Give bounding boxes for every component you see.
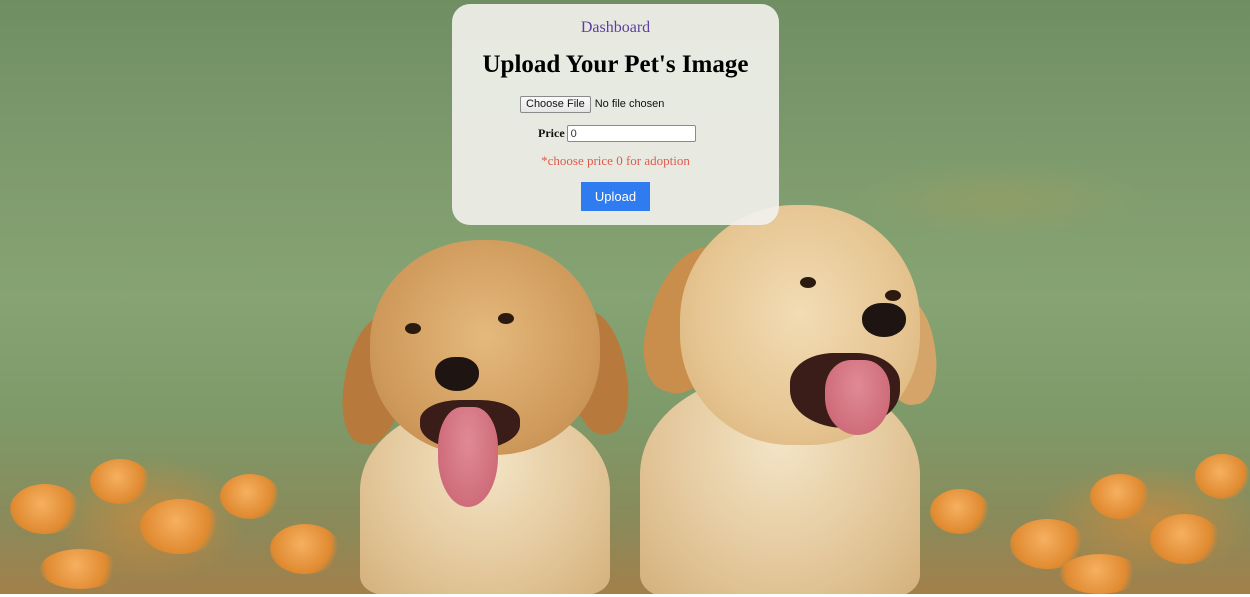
adoption-hint: *choose price 0 for adoption [541,153,690,168]
page-title: Upload Your Pet's Image [482,51,749,78]
upload-button[interactable]: Upload [581,182,650,211]
price-row: Price [538,125,696,142]
file-picker: Choose File No file chosen [520,95,665,113]
price-label: Price [538,126,565,140]
price-input[interactable] [566,125,696,142]
dashboard-link[interactable]: Dashboard [452,19,779,37]
choose-file-button[interactable]: Choose File [520,95,591,113]
left-puppy [334,235,637,594]
file-status-text: No file chosen [594,98,665,110]
upload-card: Dashboard Upload Your Pet's Image Choose… [452,4,779,225]
right-puppy [628,205,943,594]
